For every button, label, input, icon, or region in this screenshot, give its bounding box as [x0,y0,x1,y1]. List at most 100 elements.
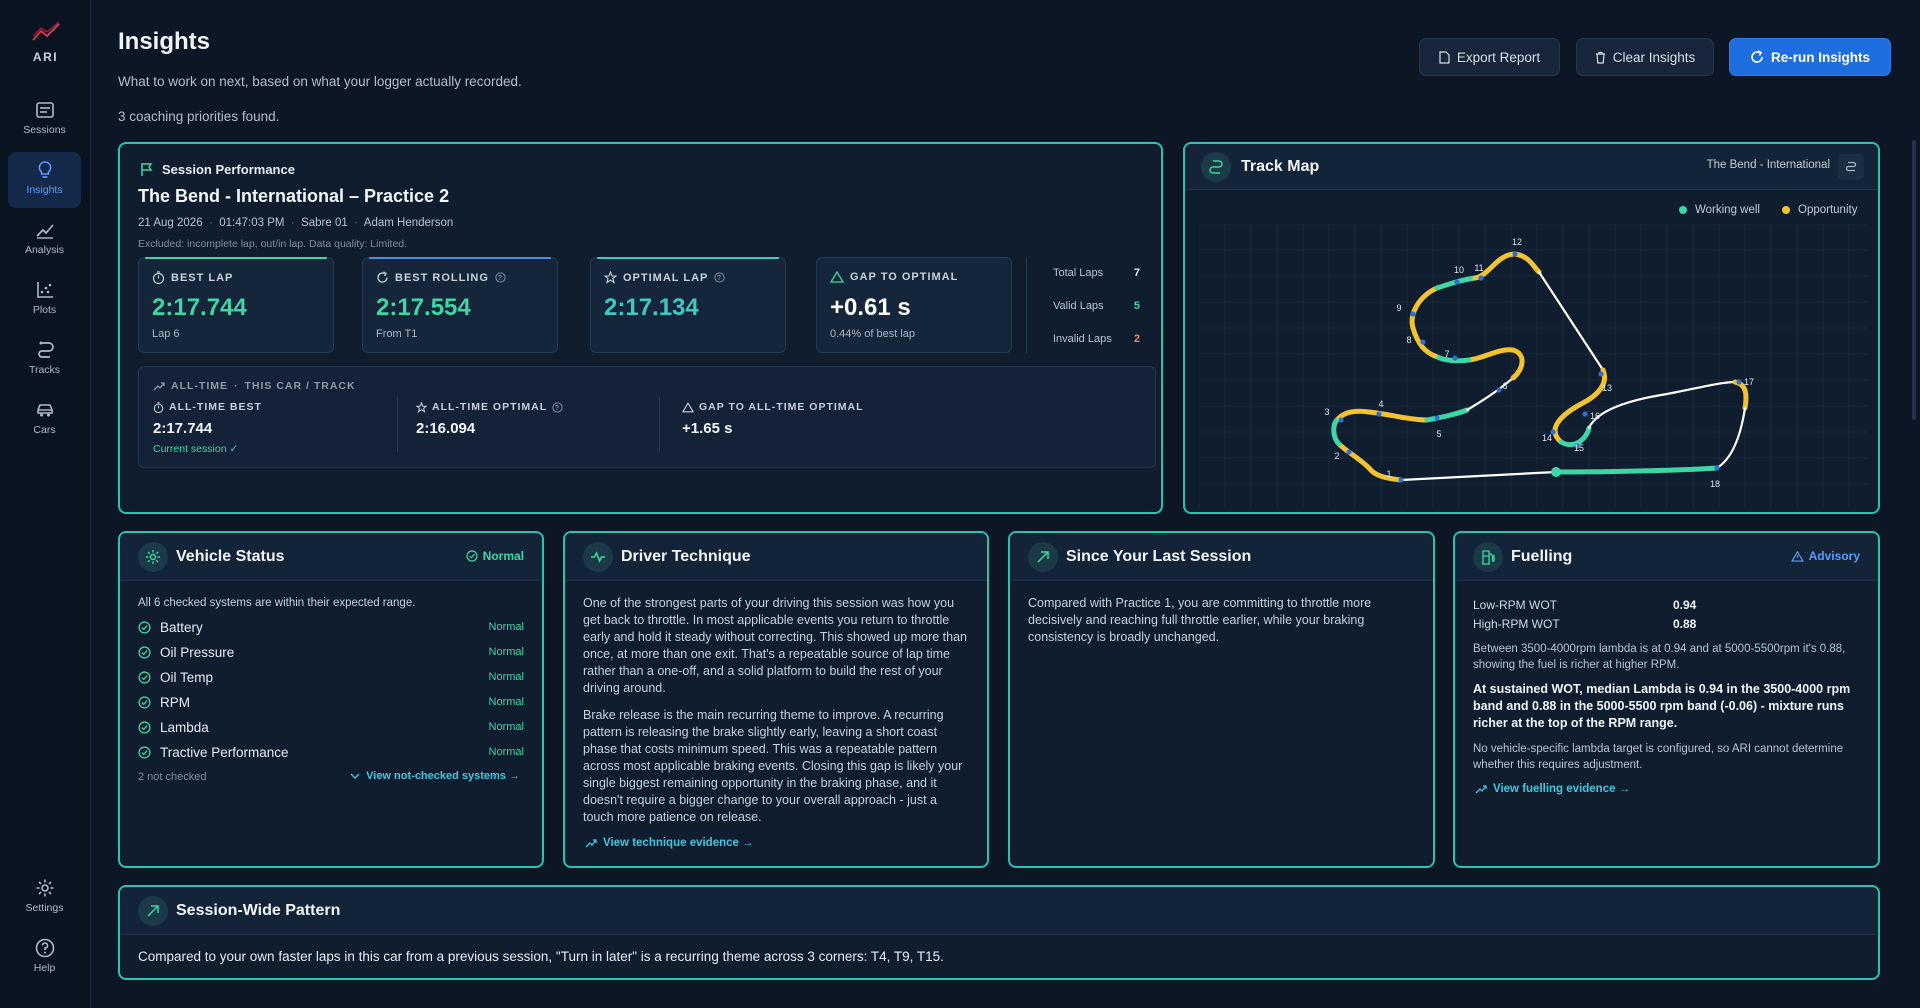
scatter-icon [36,282,53,298]
check-circle-icon [138,695,151,709]
track-segment [1512,251,1542,275]
alltime-context: THIS CAR / TRACK [244,380,356,392]
stopwatch-icon [152,271,165,284]
corner-marker[interactable] [1478,275,1484,281]
corner-label: 8 [1406,335,1411,345]
nav-cars[interactable]: Cars [8,392,81,448]
corner-marker[interactable] [1512,251,1518,257]
stat-sub: Lap 6 [152,328,180,340]
nav-analysis[interactable]: Analysis [8,212,81,268]
corner-marker[interactable] [1434,415,1440,421]
stat-value: 2:17.554 [376,294,471,321]
corner-marker[interactable] [1420,339,1426,345]
corner-marker[interactable] [1598,371,1604,377]
corner-marker[interactable] [1452,355,1458,361]
corner-label: 5 [1436,429,1441,439]
rerun-insights-label: Re-run Insights [1770,49,1870,65]
corner-marker[interactable] [1714,465,1720,471]
nav-settings[interactable]: Settings [8,870,81,926]
corner-marker[interactable] [1346,449,1352,455]
corner-marker[interactable] [1736,379,1742,385]
stat-label: BEST ROLLING [395,271,489,284]
fuelling-title: Fuelling [1511,548,1573,565]
session-performance-tag: Session Performance [140,162,295,177]
legend-opportunity: Opportunity [1782,204,1857,216]
info-icon[interactable]: ? [714,272,725,283]
corner-label: 9 [1396,303,1401,313]
since-last-session-card: Since Your Last Session Compared with Pr… [1008,531,1435,868]
clear-insights-button[interactable]: Clear Insights [1576,38,1714,76]
nav-sessions[interactable]: Sessions [8,92,81,148]
track-segment [1553,465,1720,475]
lap-count-row: Valid Laps 5 [1053,300,1140,312]
track-name: The Bend - International [1706,159,1830,171]
session-driver: Adam Henderson [363,217,454,229]
session-car: Sabre 01 [301,217,348,229]
info-icon[interactable]: ? [552,401,563,413]
corner-label: 4 [1378,399,1383,409]
arrow-up-right-icon [1028,542,1058,572]
alltime-gap: GAP TO ALL-TIME OPTIMAL +1.65 s [682,401,864,437]
nav-tracks[interactable]: Tracks [8,332,81,388]
system-row: Tractive Performance Normal [138,742,524,762]
trend-up-icon [153,382,165,391]
stat-label: BEST LAP [171,271,234,284]
check-circle-icon [138,720,151,734]
corner-marker[interactable] [1582,411,1588,417]
corner-marker[interactable] [1410,311,1416,317]
app-logo[interactable]: ARI [0,22,91,64]
lap-counts: Total Laps 7 Valid Laps 5 Invalid Laps 2 [1026,257,1156,353]
page-title: Insights [118,28,211,55]
legend-working-well: Working well [1679,204,1760,216]
status-badge: Normal [466,549,524,563]
info-icon[interactable]: ? [495,272,506,283]
page-subtitle: What to work on next, based on what your… [118,74,522,89]
document-icon [1439,50,1450,64]
vehicle-status-icon [138,542,168,572]
session-date: 21 Aug 2026 [138,217,203,229]
nav-label: Insights [26,184,63,196]
view-not-checked-link[interactable]: View not-checked systems → [350,770,520,782]
track-map-card: Track Map The Bend - International Worki… [1183,142,1880,514]
star-icon [416,401,427,413]
view-technique-evidence-link[interactable]: View technique evidence → [585,837,754,849]
system-row: Oil Pressure Normal [138,642,524,662]
track-icon [37,341,54,358]
svg-text:?: ? [498,275,503,282]
trash-icon [1595,51,1605,64]
view-fuelling-evidence-link[interactable]: View fuelling evidence → [1475,783,1630,795]
corner-marker[interactable] [1454,279,1460,285]
export-report-button[interactable]: Export Report [1419,38,1560,76]
nav-insights[interactable]: Insights [8,152,81,208]
session-wide-pattern-text: Compared to your own faster laps in this… [138,949,944,964]
stat-label: GAP TO OPTIMAL [850,271,959,283]
system-status: Normal [488,721,524,733]
nav-plots[interactable]: Plots [8,272,81,328]
track-select-button[interactable] [1838,154,1864,180]
vehicle-status-title: Vehicle Status [176,548,285,565]
fuel-row-value: 0.88 [1673,617,1697,631]
trend-up-icon [585,839,597,848]
corner-marker[interactable] [1376,411,1382,417]
not-checked-count: 2 not checked [138,771,207,783]
corner-marker[interactable] [1496,387,1502,393]
system-name: RPM [160,694,190,710]
track-map-canvas[interactable]: 1 2 3 4 5 6 7 8 9 10 11 12 13 14 15 16 17 18 [1198,223,1867,508]
track-icon [1845,161,1857,172]
car-icon [36,404,53,417]
corner-marker[interactable] [1398,477,1404,483]
vehicle-status-card: Vehicle Status Normal All 6 checked syst… [118,531,544,868]
session-title: The Bend - International – Practice 2 [138,186,450,206]
track-map-svg: 12345678910 1112131415161718 [1198,223,1867,508]
corner-label: 12 [1512,237,1522,247]
page-scrollbar[interactable] [1912,140,1916,420]
rerun-insights-button[interactable]: Re-run Insights [1729,38,1891,76]
nav-label: Settings [25,902,64,914]
since-last-session-text: Compared with Practice 1, you are commit… [1028,596,1372,644]
nav-help[interactable]: Help [8,930,81,986]
svg-text:?: ? [555,405,560,412]
corner-label: 16 [1590,411,1600,421]
corner-marker[interactable] [1338,417,1344,423]
system-status: Normal [488,696,524,708]
triangle-icon [682,401,694,412]
